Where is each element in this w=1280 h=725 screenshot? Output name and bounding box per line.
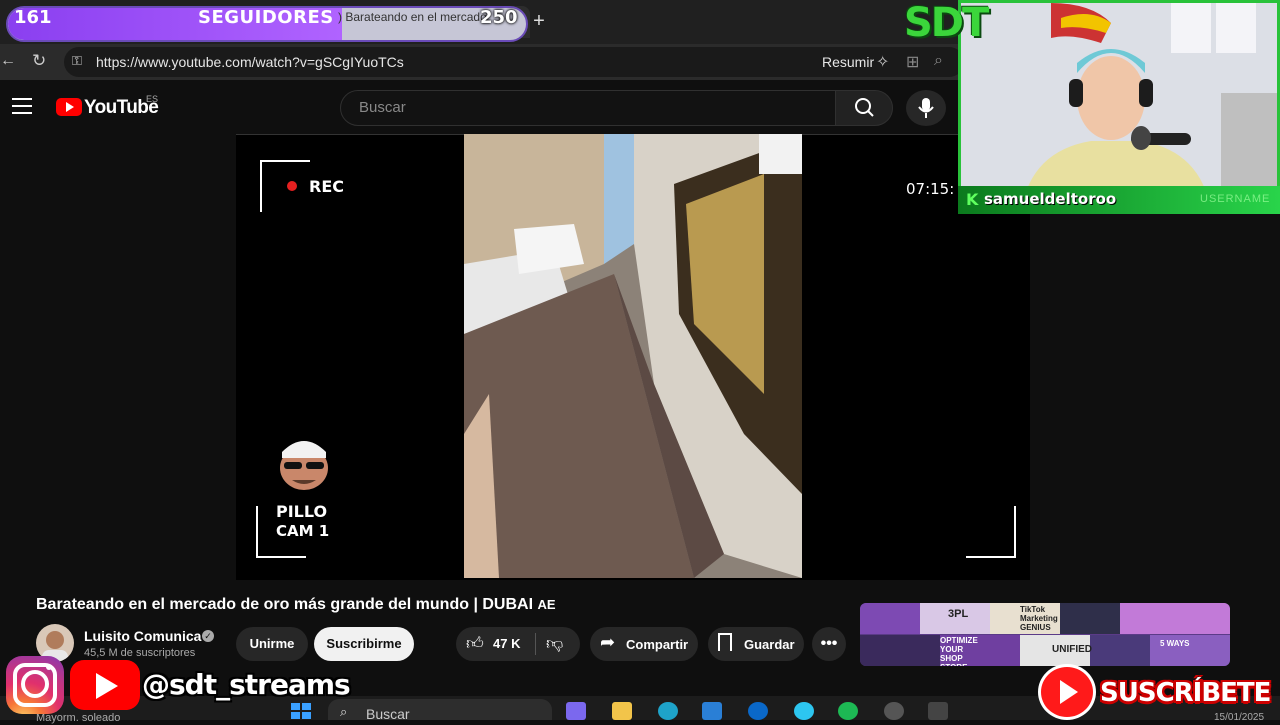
channel-name[interactable]: Luisito Comunica: [84, 628, 201, 644]
thumb-text: 5 WAYS: [1160, 639, 1190, 648]
cartoon-face-image: [280, 441, 328, 490]
cam-id-label: CAM 1: [276, 522, 330, 540]
thumb-text: 3PL: [948, 608, 969, 620]
join-button[interactable]: Unirme: [236, 627, 308, 661]
extensions-icon[interactable]: ⊞: [906, 52, 919, 72]
find-icon[interactable]: ⌕: [934, 52, 943, 70]
app-icon[interactable]: [928, 702, 948, 720]
search-input[interactable]: Buscar: [340, 90, 836, 126]
more-options-button[interactable]: •••: [812, 627, 846, 661]
app-icon[interactable]: [794, 702, 814, 720]
search-button[interactable]: [835, 90, 893, 126]
rec-time: 07:15:: [906, 180, 955, 198]
back-arrow-icon[interactable]: ←: [0, 52, 16, 72]
cam-name-label: PILLO: [276, 502, 328, 521]
verified-check-icon: ✓: [202, 630, 214, 642]
thumb-tile: [1060, 603, 1120, 634]
camera-frame-corner: [966, 506, 1016, 558]
thumb-tile: [860, 603, 920, 634]
rec-label: REC: [309, 177, 344, 196]
rec-dot-icon: [287, 181, 297, 191]
subscribe-button[interactable]: Suscribirme: [314, 627, 414, 661]
thumbs-up-icon[interactable]: 👍︎: [466, 633, 484, 654]
windows-start-icon[interactable]: [290, 702, 312, 720]
followers-label: SEGUIDORES: [198, 7, 334, 28]
video-image-street[interactable]: [464, 134, 802, 578]
taskbar-search[interactable]: [328, 699, 552, 720]
followers-current-count: 161: [14, 7, 52, 28]
video-title-text: Barateando en el mercado de oro más gran…: [36, 596, 534, 613]
search-icon: [855, 98, 874, 117]
stream-logo: SDT: [904, 0, 989, 46]
save-label[interactable]: Guardar: [744, 637, 795, 652]
camera-frame-corner: [260, 160, 310, 212]
url-text[interactable]: https://www.youtube.com/watch?v=gSCgIYuo…: [96, 54, 404, 70]
subscribe-cta-play-icon: [1060, 680, 1078, 704]
thumb-tile: [1090, 635, 1150, 666]
youtube-social-play-icon: [96, 673, 118, 699]
file-explorer-icon[interactable]: [612, 702, 632, 720]
instagram-icon-dot: [46, 664, 52, 670]
thumb-text: UNIFIED: [1052, 644, 1092, 655]
copilot-icon[interactable]: ✧: [876, 52, 889, 72]
microphone-icon: [918, 98, 934, 118]
obs-icon[interactable]: [884, 702, 904, 720]
share-arrow-icon[interactable]: ➦: [600, 632, 615, 653]
taskbar-date[interactable]: 15/01/2025: [1214, 712, 1264, 723]
reload-icon[interactable]: ↻: [32, 51, 54, 73]
street-scene-image: [464, 134, 802, 578]
followers-bar-tab-text: ) Barateando en el mercado: [338, 10, 487, 24]
voice-search-button[interactable]: [906, 90, 946, 126]
video-title-suffix: AE: [537, 597, 556, 612]
share-label[interactable]: Compartir: [626, 637, 688, 652]
streamer-username: samueldeltoroo: [984, 190, 1117, 208]
followers-goal-count: 250: [480, 7, 518, 28]
thumb-tile: [860, 635, 940, 666]
teams-icon[interactable]: [566, 702, 586, 720]
like-divider: [535, 633, 536, 655]
like-count[interactable]: 47 K: [493, 636, 520, 651]
youtube-logo-play-icon: [66, 102, 74, 112]
username-placeholder-label: USERNAME: [1200, 193, 1271, 205]
bookmark-icon[interactable]: [718, 633, 732, 651]
tab-title-echo: Barateando en el mercado: [345, 10, 487, 24]
region-code: ES: [146, 94, 159, 104]
social-handle: @sdt_streams: [142, 668, 351, 701]
subscriber-count: 45,5 M de suscriptores: [84, 647, 196, 659]
summarize-button[interactable]: Resumir: [822, 54, 874, 70]
hp-icon[interactable]: [748, 702, 768, 720]
subscribe-cta-text: SUSCRÍBETE: [1100, 678, 1271, 708]
thumb-text: OPTIMIZE YOUR SHOP STORE: [940, 636, 978, 666]
thumb-tile: [1120, 603, 1230, 634]
instagram-icon-lens: [21, 670, 49, 698]
hamburger-menu-icon[interactable]: [12, 98, 32, 116]
thumbs-down-icon[interactable]: 👎︎: [546, 633, 563, 654]
pillo-avatar: [274, 430, 334, 494]
taskbar-search-icon: ⌕: [340, 704, 348, 719]
recommended-video-thumbnail[interactable]: 3PL TikTok Marketing GENIUS OPTIMIZE YOU…: [860, 603, 1230, 666]
thumb-text: TikTok Marketing GENIUS: [1020, 605, 1058, 632]
store-icon[interactable]: [702, 702, 722, 720]
webcam-image: [961, 3, 1277, 211]
edge-icon[interactable]: [658, 702, 678, 720]
video-title: Barateando en el mercado de oro más gran…: [36, 596, 556, 614]
streamer-webcam: [958, 0, 1280, 214]
spotify-icon[interactable]: [838, 702, 858, 720]
kick-k-icon: K: [966, 190, 979, 209]
new-tab-button[interactable]: +: [528, 8, 550, 34]
site-info-icon[interactable]: ⚿: [72, 53, 88, 69]
